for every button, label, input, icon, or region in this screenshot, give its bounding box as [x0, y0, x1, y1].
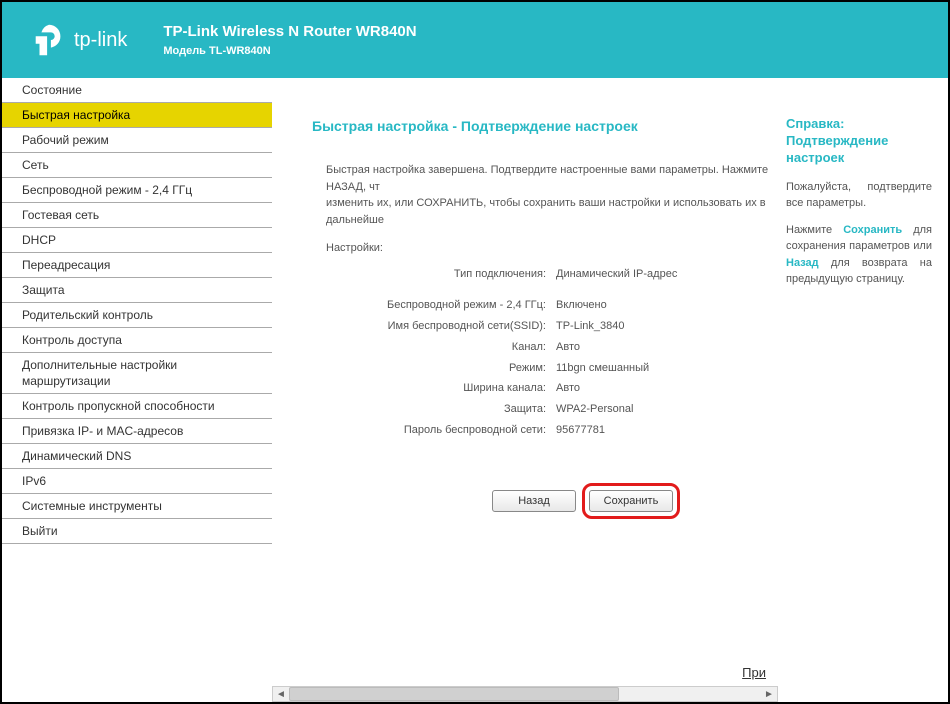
settings-row: Тип подключения:Динамический IP-адрес	[326, 264, 778, 285]
settings-row: Пароль беспроводной сети:95677781	[326, 420, 778, 441]
settings-key: Ширина канала:	[326, 378, 556, 399]
back-button[interactable]: Назад	[492, 490, 576, 512]
settings-value: 11bgn смешанный	[556, 358, 649, 379]
brand-logo: tp-link	[30, 21, 127, 59]
settings-value: 95677781	[556, 420, 605, 441]
product-title: TP-Link Wireless N Router WR840N	[163, 21, 416, 42]
settings-row: Защита:WPA2-Personal	[326, 399, 778, 420]
sidebar-item-11[interactable]: Дополнительные настройки маршрутизации	[2, 353, 272, 394]
sidebar-item-16[interactable]: Системные инструменты	[2, 494, 272, 519]
help-save-keyword: Сохранить	[843, 224, 902, 236]
main-content: Быстрая настройка - Подтверждение настро…	[272, 78, 778, 702]
settings-key: Имя беспроводной сети(SSID):	[326, 316, 556, 337]
sidebar-item-1[interactable]: Быстрая настройка	[2, 103, 272, 128]
brand-name: tp-link	[74, 29, 127, 52]
settings-table: Тип подключения:Динамический IP-адресБес…	[312, 264, 778, 441]
settings-value: Включено	[556, 295, 607, 316]
intro-text: Быстрая настройка завершена. Подтвердите…	[312, 162, 778, 228]
save-button[interactable]: Сохранить	[589, 490, 673, 512]
sidebar-item-4[interactable]: Беспроводной режим - 2,4 ГГц	[2, 178, 272, 203]
footer-link[interactable]: При	[742, 665, 766, 680]
product-model: Модель TL-WR840N	[163, 44, 416, 59]
settings-key: Беспроводной режим - 2,4 ГГц:	[326, 295, 556, 316]
button-row: Назад Сохранить	[312, 483, 778, 519]
settings-row: Режим:11bgn смешанный	[326, 358, 778, 379]
settings-value: Динамический IP-адрес	[556, 264, 677, 285]
settings-row: Имя беспроводной сети(SSID):TP-Link_3840	[326, 316, 778, 337]
help-back-keyword: Назад	[786, 257, 819, 269]
help-paragraph-2: Нажмите Сохранить для сохранения парамет…	[786, 222, 932, 288]
scroll-right-arrow[interactable]: ►	[761, 687, 777, 701]
page-title: Быстрая настройка - Подтверждение настро…	[312, 118, 778, 134]
help-panel: Справка: Подтверждение настроек Пожалуйс…	[778, 78, 948, 702]
sidebar-item-9[interactable]: Родительский контроль	[2, 303, 272, 328]
scroll-thumb[interactable]	[289, 687, 619, 701]
help-title: Справка: Подтверждение настроек	[786, 116, 932, 167]
sidebar-item-2[interactable]: Рабочий режим	[2, 128, 272, 153]
tp-link-logo-icon	[30, 21, 68, 59]
sidebar-item-12[interactable]: Контроль пропускной способности	[2, 394, 272, 419]
sidebar-item-10[interactable]: Контроль доступа	[2, 328, 272, 353]
sidebar-item-5[interactable]: Гостевая сеть	[2, 203, 272, 228]
sidebar-item-14[interactable]: Динамический DNS	[2, 444, 272, 469]
sidebar-item-7[interactable]: Переадресация	[2, 253, 272, 278]
settings-key: Пароль беспроводной сети:	[326, 420, 556, 441]
settings-value: WPA2-Personal	[556, 399, 633, 420]
header: tp-link TP-Link Wireless N Router WR840N…	[2, 2, 948, 78]
scroll-left-arrow[interactable]: ◄	[273, 687, 289, 701]
sidebar-item-13[interactable]: Привязка IP- и MAC-адресов	[2, 419, 272, 444]
sidebar-item-3[interactable]: Сеть	[2, 153, 272, 178]
settings-key: Защита:	[326, 399, 556, 420]
sidebar-item-15[interactable]: IPv6	[2, 469, 272, 494]
settings-key: Канал:	[326, 337, 556, 358]
settings-value: Авто	[556, 337, 580, 358]
save-button-highlight: Сохранить	[582, 483, 680, 519]
settings-row: Беспроводной режим - 2,4 ГГц:Включено	[326, 295, 778, 316]
help-paragraph-1: Пожалуйста, подтвердите все параметры.	[786, 179, 932, 212]
scroll-track[interactable]	[289, 687, 761, 701]
settings-key: Режим:	[326, 358, 556, 379]
settings-value: TP-Link_3840	[556, 316, 625, 337]
sidebar-item-17[interactable]: Выйти	[2, 519, 272, 544]
sidebar-item-0[interactable]: Состояние	[2, 78, 272, 103]
settings-row: Ширина канала:Авто	[326, 378, 778, 399]
settings-key: Тип подключения:	[326, 264, 556, 285]
header-title-box: TP-Link Wireless N Router WR840N Модель …	[163, 21, 416, 59]
settings-label: Настройки:	[312, 242, 778, 254]
sidebar-item-6[interactable]: DHCP	[2, 228, 272, 253]
sidebar-item-8[interactable]: Защита	[2, 278, 272, 303]
settings-row: Канал:Авто	[326, 337, 778, 358]
sidebar: СостояниеБыстрая настройкаРабочий режимС…	[2, 78, 272, 702]
settings-value: Авто	[556, 378, 580, 399]
horizontal-scrollbar[interactable]: ◄ ►	[272, 686, 778, 702]
